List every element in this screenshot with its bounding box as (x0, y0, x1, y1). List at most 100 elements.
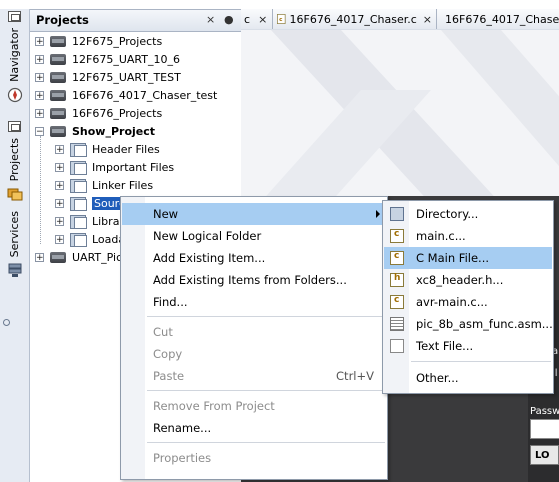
logical-folder-icon (70, 142, 87, 157)
submenu-item[interactable]: xc8_header.h... (384, 269, 552, 291)
project-icon (50, 89, 66, 101)
logical-folder-icon (70, 214, 87, 229)
tree-project-node[interactable]: +16F676_Projects (35, 104, 162, 122)
expand-icon[interactable]: + (55, 216, 64, 226)
tree-folder-node[interactable]: + Important Files (55, 158, 174, 176)
logical-folder-icon (70, 178, 87, 193)
menu-item-label: avr-main.c... (416, 295, 488, 309)
project-icon (50, 71, 66, 83)
tree-project-node[interactable]: +12F675_UART_10_6 (35, 50, 180, 68)
tree-folder-node[interactable]: + Linker Files (55, 176, 153, 194)
menu-item-label: Properties (153, 451, 212, 465)
menu-item-label: Add Existing Item... (153, 251, 266, 265)
tree-node-label: 16F676_4017_Chaser_test (72, 88, 218, 102)
tree-project-node[interactable]: +16F676_4017_Chaser_test (35, 86, 217, 104)
window-restore-icon[interactable] (8, 121, 21, 132)
splitter-handle[interactable] (3, 319, 10, 326)
tree-folder-node[interactable]: + Header Files (55, 140, 160, 158)
submenu-item[interactable]: pic_8b_asm_func.asm... (384, 313, 553, 335)
editor-tab[interactable]: c 16F676_4017_Chaser.c (437, 9, 559, 29)
services-tab[interactable]: Services (0, 211, 29, 278)
asm-file-icon (390, 317, 404, 331)
tree-node-label: UART_Pic (72, 250, 123, 264)
submenu-item[interactable]: Text File... (384, 335, 552, 357)
tree-project-node[interactable]: − Show_Project (35, 122, 155, 140)
expand-icon[interactable]: + (55, 180, 64, 190)
c-file-icon (390, 229, 404, 243)
navigator-tab[interactable]: Navigator (0, 11, 29, 103)
menu-separator (147, 316, 385, 317)
menu-item-label: Directory... (416, 207, 479, 221)
project-icon (50, 125, 66, 137)
context-menu-item: Cut (122, 321, 386, 343)
minimize-icon[interactable]: ● (224, 13, 234, 26)
expand-icon[interactable]: + (35, 108, 44, 118)
project-icon (50, 107, 66, 119)
collapse-icon[interactable]: − (35, 126, 44, 136)
password-label: Passwor (530, 406, 559, 417)
c-file-icon (390, 251, 404, 265)
menu-shortcut: Ctrl+V (336, 369, 374, 383)
expand-icon[interactable]: + (55, 234, 64, 244)
projects-panel-header: Projects × ● (30, 9, 241, 32)
tree-project-node[interactable]: +12F675_UART_TEST (35, 68, 181, 86)
submenu-item[interactable]: main.c... (384, 225, 552, 247)
expand-icon[interactable]: + (55, 144, 64, 154)
context-menu-item[interactable]: Add Existing Item... (122, 247, 386, 269)
context-menu-item[interactable]: New Logical Folder (122, 225, 386, 247)
tree-folder-node[interactable]: + Librar (55, 212, 124, 230)
close-icon[interactable]: × (258, 13, 267, 26)
expand-icon[interactable]: + (55, 162, 64, 172)
context-menu-item[interactable]: New (122, 203, 386, 225)
editor-tab-label: 16F676_4017_Chaser.c (289, 12, 417, 26)
password-input[interactable] (530, 419, 559, 439)
submenu-item[interactable]: avr-main.c... (384, 291, 552, 313)
tree-guide-line (40, 136, 41, 244)
tree-folder-node[interactable]: + Loada (55, 230, 125, 248)
h-file-icon (390, 273, 404, 287)
menu-item-label: Other... (416, 371, 459, 385)
tree-project-node[interactable]: + UART_Pic (35, 248, 122, 266)
projects-tab-label: Projects (8, 138, 21, 182)
tree-project-node[interactable]: +12F675_Projects (35, 32, 162, 50)
expand-icon[interactable]: + (35, 54, 44, 64)
services-tab-label: Services (8, 211, 21, 258)
logical-folder-icon (70, 232, 87, 247)
menu-item-label: Rename... (153, 421, 212, 435)
expand-icon[interactable]: + (35, 36, 44, 46)
close-icon[interactable]: × (206, 13, 215, 26)
context-menu-item[interactable]: Add Existing Items from Folders... (122, 269, 386, 291)
login-button[interactable]: LO (530, 445, 559, 465)
context-menu-item: Paste Ctrl+V (122, 365, 386, 387)
context-menu-item: Properties (122, 447, 386, 469)
expand-icon[interactable]: + (35, 252, 44, 262)
tree-node-label: Important Files (92, 160, 175, 174)
services-icon (8, 263, 21, 278)
project-icon (50, 53, 66, 65)
menu-item-label: Add Existing Items from Folders... (153, 273, 347, 287)
menu-item-label: main.c... (416, 229, 466, 243)
c-file-icon (390, 295, 404, 309)
close-icon[interactable]: × (423, 13, 432, 26)
expand-icon[interactable]: + (35, 90, 44, 100)
submenu-item[interactable]: Directory... (384, 203, 552, 225)
menu-item-label: C Main File... (416, 251, 490, 265)
editor-tab[interactable]: c × (241, 9, 273, 29)
submenu-item[interactable]: C Main File... (384, 247, 552, 269)
tree-node-label: 16F676_Projects (72, 106, 163, 120)
context-menu-item[interactable]: Find... (122, 291, 386, 313)
projects-tab[interactable]: Projects (0, 121, 29, 202)
side-tab-strip: Navigator Projects Services (0, 9, 30, 482)
expand-icon[interactable]: + (35, 72, 44, 82)
tree-node-label: Show_Project (72, 124, 156, 138)
editor-tab[interactable]: c 16F676_4017_Chaser.c × (273, 9, 437, 29)
text-file-icon (390, 339, 404, 353)
expand-icon[interactable]: + (55, 198, 64, 208)
menu-item-label: pic_8b_asm_func.asm... (416, 317, 553, 331)
context-menu-item[interactable]: Rename... (122, 417, 386, 439)
editor-tab-label: 16F676_4017_Chaser.c (445, 12, 559, 26)
menu-separator (147, 390, 385, 391)
window-restore-icon[interactable] (8, 11, 21, 22)
submenu-item[interactable]: Other... (384, 367, 552, 389)
tree-node-label: 12F675_Projects (72, 34, 163, 48)
